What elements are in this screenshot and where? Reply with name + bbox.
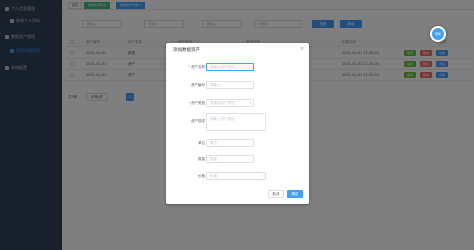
field-label: 价格 [198,174,205,178]
confirm-button[interactable]: 确定 [287,190,303,198]
asset-type-select[interactable]: 请选择资产类型 ▾ [206,99,254,107]
add-asset-dialog: 添加数据资产 × *资产名称 请输入资产名称 资产编号 请输入 *资产类型 请选… [166,43,309,204]
chevron-down-icon: ▾ [249,101,251,105]
field-label: 数量 [198,157,205,161]
asset-description-textarea[interactable]: 请输入资产描述 [206,113,266,131]
help-fab[interactable]: 帮助 [430,26,446,42]
chevron-down-icon: ▾ [261,174,263,178]
dialog-title: 添加数据资产 [173,48,200,53]
price-select[interactable]: 价格 ▾ [206,172,266,180]
asset-code-input[interactable]: 请输入 [206,81,254,89]
unit-input[interactable]: 单位 [206,139,254,147]
asset-name-input[interactable]: 请输入资产名称 [206,63,254,71]
quantity-input[interactable]: 数量 [206,155,254,163]
cancel-button[interactable]: 取消 [268,190,284,198]
field-label: 资产编号 [191,83,205,87]
field-label: *资产名称 [188,65,205,69]
field-label: 单位 [198,141,205,145]
field-label: *资产类型 [188,101,205,105]
close-icon[interactable]: × [300,46,304,52]
field-label: 资产描述 [191,119,205,123]
